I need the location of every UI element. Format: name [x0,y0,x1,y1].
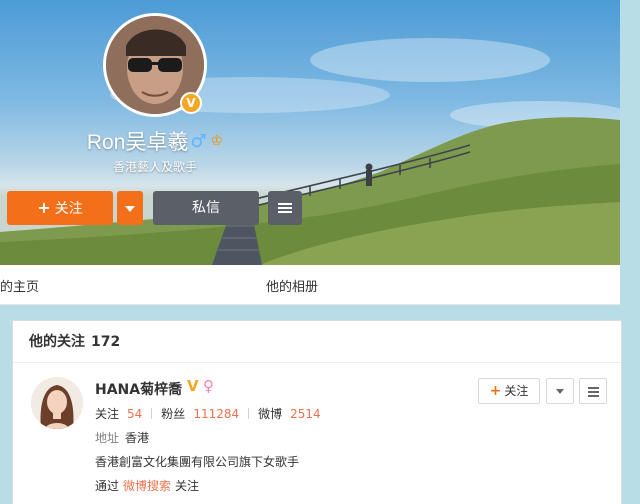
menu-icon-bar [278,207,292,209]
following-title: 他的关注 [29,334,85,350]
member-crown-icon[interactable]: ♔ [211,133,224,149]
follow-options-button[interactable] [117,191,143,225]
menu-icon-bar [588,391,599,393]
user-avatar-photo [31,377,83,429]
menu-icon-bar [588,387,599,389]
more-menu-button[interactable] [268,191,302,225]
user-more-menu-button[interactable] [579,378,607,404]
tab-home[interactable]: 的主页 [0,276,39,295]
menu-icon-bar [278,203,292,205]
plus-icon: + [489,383,502,399]
profile-cover: V Ron吴卓羲 ♂ ♔ 香港藝人及歌手 + 关注 私信 [0,0,620,265]
user-avatar[interactable] [31,377,83,429]
weibo-stat-label: 微博 [258,407,283,421]
user-follow-button[interactable]: + 关注 [478,378,540,404]
follow-stat-label: 关注 [95,407,120,421]
following-card: 他的关注 172 HANA菊梓喬 V ♀ 关注 54 粉丝 111284 微博 2514 地… [12,320,622,504]
chevron-down-icon [556,389,564,394]
male-icon: ♂ [190,130,207,152]
profile-name: Ron吴卓羲 [86,131,189,154]
user-name[interactable]: HANA菊梓喬 [95,379,182,399]
via-prefix: 通过 [95,479,120,493]
user-description: 香港創富文化集團有限公司旗下女歌手 [95,455,300,469]
following-header: 他的关注 172 [13,321,621,363]
profile-bio: 香港藝人及歌手 [112,160,197,174]
follow-stat-value[interactable]: 54 [127,407,142,421]
user-stats: 关注 54 粉丝 111284 微博 2514 [95,405,321,422]
tab-albums[interactable]: 他的相册 [266,276,318,295]
stat-divider [248,408,250,419]
user-follow-options-button[interactable] [546,378,574,404]
via-link[interactable]: 微博搜索 [123,479,171,493]
user-follow-label: 关注 [504,384,529,398]
via-suffix: 关注 [175,479,200,493]
user-address: 地址 香港 [95,429,149,446]
menu-icon-bar [588,395,599,397]
address-label: 地址 [95,431,120,445]
profile-tabs: 的主页 他的相册 [0,265,620,305]
follow-button[interactable]: + 关注 [7,191,113,225]
message-button[interactable]: 私信 [153,191,259,225]
follow-source: 通过 微博搜索 关注 [95,477,199,494]
weibo-stat-value[interactable]: 2514 [290,407,321,421]
verified-v-icon: V [187,377,199,395]
menu-icon-bar [278,211,292,213]
address-value: 香港 [125,431,150,445]
stat-divider [151,408,153,419]
female-icon: ♀ [203,377,214,395]
following-count: 172 [91,334,121,350]
plus-icon: + [37,198,51,217]
profile-name-row: Ron吴卓羲 ♂ ♔ [0,126,310,156]
chevron-down-icon [125,206,135,212]
verified-badge-icon: V [180,92,202,114]
fans-stat-label: 粉丝 [161,407,186,421]
follow-button-label: 关注 [54,201,83,217]
fans-stat-value[interactable]: 111284 [193,407,239,421]
